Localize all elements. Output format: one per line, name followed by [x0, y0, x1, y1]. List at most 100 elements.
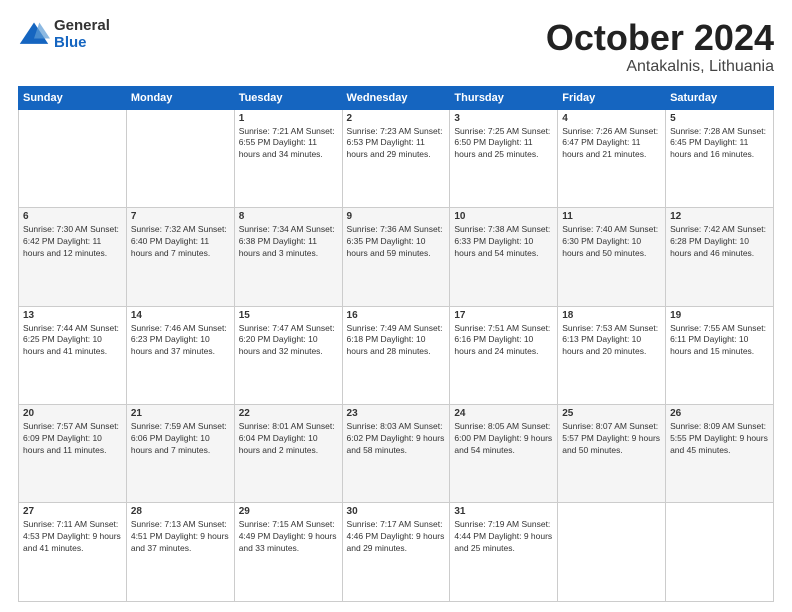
day-info: Sunrise: 7:13 AM Sunset: 4:51 PM Dayligh… [131, 519, 230, 555]
day-number: 29 [239, 506, 338, 517]
day-info: Sunrise: 7:34 AM Sunset: 6:38 PM Dayligh… [239, 224, 338, 260]
calendar-cell: 9 Sunrise: 7:36 AM Sunset: 6:35 PM Daylig… [342, 208, 450, 306]
day-number: 22 [239, 408, 338, 419]
calendar-cell: 1 Sunrise: 7:21 AM Sunset: 6:55 PM Daylig… [234, 109, 342, 207]
day-number: 8 [239, 211, 338, 222]
calendar-cell: 17Sunrise: 7:51 AM Sunset: 6:16 PM Dayli… [450, 306, 558, 404]
title-block: October 2024 Antakalnis, Lithuania [546, 18, 774, 76]
day-number: 16 [347, 310, 446, 321]
header: General Blue October 2024 Antakalnis, Li… [18, 18, 774, 76]
day-info: Sunrise: 7:11 AM Sunset: 4:53 PM Dayligh… [23, 519, 122, 555]
day-info: Sunrise: 7:49 AM Sunset: 6:18 PM Dayligh… [347, 323, 446, 359]
week-row-4: 20Sunrise: 7:57 AM Sunset: 6:09 PM Dayli… [19, 405, 774, 503]
calendar-cell: 8 Sunrise: 7:34 AM Sunset: 6:38 PM Daylig… [234, 208, 342, 306]
day-info: Sunrise: 7:53 AM Sunset: 6:13 PM Dayligh… [562, 323, 661, 359]
calendar-cell [558, 503, 666, 602]
day-number: 19 [670, 310, 769, 321]
day-info: Sunrise: 7:25 AM Sunset: 6:50 PM Dayligh… [454, 126, 553, 162]
day-number: 2 [347, 113, 446, 124]
day-number: 24 [454, 408, 553, 419]
calendar-cell: 20Sunrise: 7:57 AM Sunset: 6:09 PM Dayli… [19, 405, 127, 503]
day-info: Sunrise: 7:21 AM Sunset: 6:55 PM Dayligh… [239, 126, 338, 162]
day-number: 26 [670, 408, 769, 419]
day-number: 7 [131, 211, 230, 222]
day-number: 27 [23, 506, 122, 517]
day-number: 20 [23, 408, 122, 419]
calendar-cell: 6Sunrise: 7:30 AM Sunset: 6:42 PM Daylig… [19, 208, 127, 306]
calendar-cell: 26 Sunrise: 8:09 AM Sunset: 5:55 PM Dayli… [666, 405, 774, 503]
day-info: Sunrise: 8:01 AM Sunset: 6:04 PM Dayligh… [239, 421, 338, 457]
day-number: 28 [131, 506, 230, 517]
day-number: 12 [670, 211, 769, 222]
calendar-cell: 11 Sunrise: 7:40 AM Sunset: 6:30 PM Dayli… [558, 208, 666, 306]
logo-general-text: General [54, 18, 110, 35]
day-info: Sunrise: 7:59 AM Sunset: 6:06 PM Dayligh… [131, 421, 230, 457]
day-info: Sunrise: 7:44 AM Sunset: 6:25 PM Dayligh… [23, 323, 122, 359]
day-header-sunday: Sunday [19, 86, 127, 109]
day-number: 10 [454, 211, 553, 222]
calendar-cell: 13Sunrise: 7:44 AM Sunset: 6:25 PM Dayli… [19, 306, 127, 404]
day-number: 11 [562, 211, 661, 222]
month-title: October 2024 [546, 18, 774, 58]
day-number: 1 [239, 113, 338, 124]
calendar-cell: 19Sunrise: 7:55 AM Sunset: 6:11 PM Dayli… [666, 306, 774, 404]
calendar-cell: 29 Sunrise: 7:15 AM Sunset: 4:49 PM Dayli… [234, 503, 342, 602]
calendar-cell: 24 Sunrise: 8:05 AM Sunset: 6:00 PM Dayli… [450, 405, 558, 503]
day-info: Sunrise: 7:15 AM Sunset: 4:49 PM Dayligh… [239, 519, 338, 555]
day-number: 5 [670, 113, 769, 124]
week-row-1: 1 Sunrise: 7:21 AM Sunset: 6:55 PM Daylig… [19, 109, 774, 207]
day-number: 15 [239, 310, 338, 321]
calendar-cell [19, 109, 127, 207]
day-info: Sunrise: 7:46 AM Sunset: 6:23 PM Dayligh… [131, 323, 230, 359]
day-number: 30 [347, 506, 446, 517]
day-header-monday: Monday [126, 86, 234, 109]
day-header-tuesday: Tuesday [234, 86, 342, 109]
calendar-cell: 25 Sunrise: 8:07 AM Sunset: 5:57 PM Dayli… [558, 405, 666, 503]
day-info: Sunrise: 8:07 AM Sunset: 5:57 PM Dayligh… [562, 421, 661, 457]
calendar-cell: 16 Sunrise: 7:49 AM Sunset: 6:18 PM Dayli… [342, 306, 450, 404]
day-info: Sunrise: 7:28 AM Sunset: 6:45 PM Dayligh… [670, 126, 769, 162]
calendar-cell: 5 Sunrise: 7:28 AM Sunset: 6:45 PM Daylig… [666, 109, 774, 207]
day-header-saturday: Saturday [666, 86, 774, 109]
calendar-cell: 23Sunrise: 8:03 AM Sunset: 6:02 PM Dayli… [342, 405, 450, 503]
calendar-cell: 14 Sunrise: 7:46 AM Sunset: 6:23 PM Dayli… [126, 306, 234, 404]
day-info: Sunrise: 8:03 AM Sunset: 6:02 PM Dayligh… [347, 421, 446, 457]
day-info: Sunrise: 7:38 AM Sunset: 6:33 PM Dayligh… [454, 224, 553, 260]
day-info: Sunrise: 7:17 AM Sunset: 4:46 PM Dayligh… [347, 519, 446, 555]
calendar-cell: 21 Sunrise: 7:59 AM Sunset: 6:06 PM Dayli… [126, 405, 234, 503]
day-info: Sunrise: 7:26 AM Sunset: 6:47 PM Dayligh… [562, 126, 661, 162]
day-info: Sunrise: 7:30 AM Sunset: 6:42 PM Dayligh… [23, 224, 122, 260]
calendar-cell: 18 Sunrise: 7:53 AM Sunset: 6:13 PM Dayli… [558, 306, 666, 404]
calendar-cell: 12Sunrise: 7:42 AM Sunset: 6:28 PM Dayli… [666, 208, 774, 306]
day-info: Sunrise: 8:05 AM Sunset: 6:00 PM Dayligh… [454, 421, 553, 457]
day-number: 31 [454, 506, 553, 517]
calendar-cell: 2 Sunrise: 7:23 AM Sunset: 6:53 PM Daylig… [342, 109, 450, 207]
day-number: 14 [131, 310, 230, 321]
week-row-3: 13Sunrise: 7:44 AM Sunset: 6:25 PM Dayli… [19, 306, 774, 404]
calendar-cell: 7Sunrise: 7:32 AM Sunset: 6:40 PM Daylig… [126, 208, 234, 306]
header-row: SundayMondayTuesdayWednesdayThursdayFrid… [19, 86, 774, 109]
logo: General Blue [18, 18, 110, 51]
page: General Blue October 2024 Antakalnis, Li… [0, 0, 792, 612]
day-header-thursday: Thursday [450, 86, 558, 109]
day-number: 21 [131, 408, 230, 419]
day-number: 25 [562, 408, 661, 419]
day-number: 9 [347, 211, 446, 222]
logo-blue-text: Blue [54, 35, 110, 52]
day-number: 18 [562, 310, 661, 321]
day-info: Sunrise: 7:47 AM Sunset: 6:20 PM Dayligh… [239, 323, 338, 359]
calendar-cell: 22 Sunrise: 8:01 AM Sunset: 6:04 PM Dayli… [234, 405, 342, 503]
day-info: Sunrise: 7:23 AM Sunset: 6:53 PM Dayligh… [347, 126, 446, 162]
day-info: Sunrise: 7:51 AM Sunset: 6:16 PM Dayligh… [454, 323, 553, 359]
week-row-2: 6Sunrise: 7:30 AM Sunset: 6:42 PM Daylig… [19, 208, 774, 306]
calendar-cell: 31Sunrise: 7:19 AM Sunset: 4:44 PM Dayli… [450, 503, 558, 602]
day-info: Sunrise: 7:36 AM Sunset: 6:35 PM Dayligh… [347, 224, 446, 260]
calendar-cell: 30 Sunrise: 7:17 AM Sunset: 4:46 PM Dayli… [342, 503, 450, 602]
calendar-table: SundayMondayTuesdayWednesdayThursdayFrid… [18, 86, 774, 602]
day-info: Sunrise: 8:09 AM Sunset: 5:55 PM Dayligh… [670, 421, 769, 457]
day-header-friday: Friday [558, 86, 666, 109]
logo-icon [18, 19, 50, 51]
location-subtitle: Antakalnis, Lithuania [546, 58, 774, 76]
calendar-cell: 10 Sunrise: 7:38 AM Sunset: 6:33 PM Dayli… [450, 208, 558, 306]
day-info: Sunrise: 7:40 AM Sunset: 6:30 PM Dayligh… [562, 224, 661, 260]
